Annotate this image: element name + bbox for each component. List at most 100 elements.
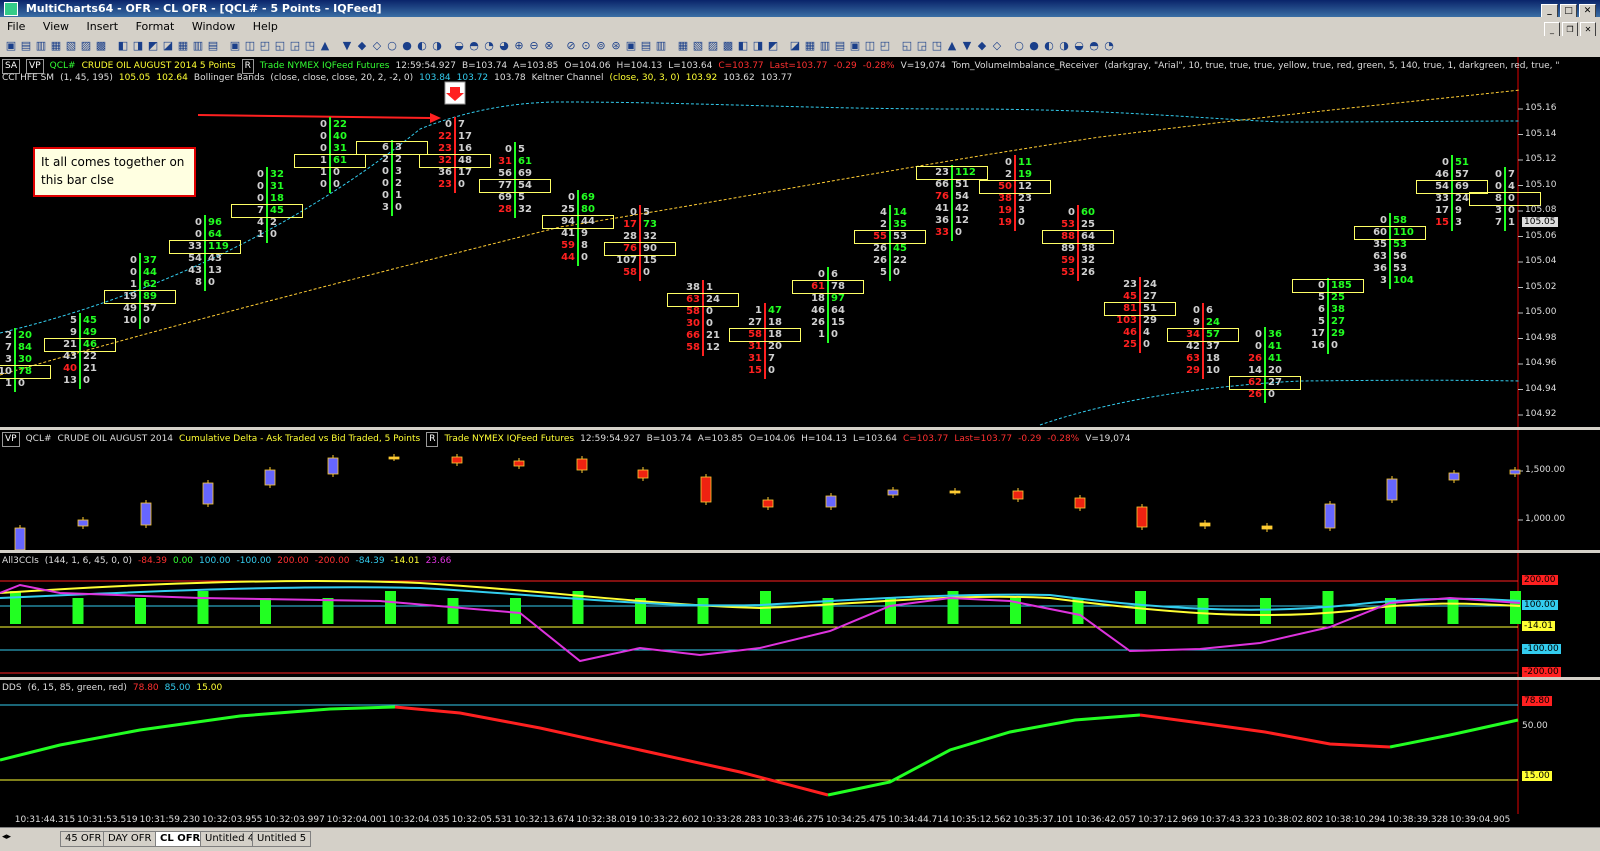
toolbar-tool-icon[interactable]: ▨ xyxy=(79,39,93,53)
toolbar-tool-icon[interactable]: ◪ xyxy=(788,39,802,53)
toolbar-tool-icon[interactable]: ◆ xyxy=(975,39,989,53)
toolbar-tool-icon[interactable]: ⊛ xyxy=(609,39,623,53)
toolbar-tool-icon[interactable]: ◳ xyxy=(930,39,944,53)
footprint-bar[interactable]: 0 36 0 41 26 41 14 20 62 27 26 0 xyxy=(1229,327,1301,403)
toolbar-tool-icon[interactable]: ◱ xyxy=(900,39,914,53)
footprint-bar[interactable]: 632203020130 xyxy=(356,140,428,216)
toolbar-tool-icon[interactable]: ◨ xyxy=(751,39,765,53)
mdi-minimize-icon[interactable]: _ xyxy=(1544,22,1560,37)
toolbar-tool-icon[interactable]: ◆ xyxy=(355,39,369,53)
toolbar-tool-icon[interactable]: ⊙ xyxy=(579,39,593,53)
toolbar-tool-icon[interactable]: ▲ xyxy=(318,39,332,53)
toolbar-tool-icon[interactable]: ◓ xyxy=(467,39,481,53)
toolbar-tool-icon[interactable]: ▣ xyxy=(4,39,18,53)
tab-45-ofr[interactable]: 45 OFR xyxy=(60,831,107,847)
toolbar-tool-icon[interactable]: ◧ xyxy=(736,39,750,53)
menu-window[interactable]: Window xyxy=(185,17,242,36)
toolbar-tool-icon[interactable]: ◒ xyxy=(452,39,466,53)
tab-scroll-arrows[interactable]: ◂▸ xyxy=(2,832,11,842)
footprint-bar[interactable]: 23 24 45 27 81 51 103 29 46 4 25 0 xyxy=(1104,277,1176,353)
toolbar-tool-icon[interactable]: ▩ xyxy=(94,39,108,53)
footprint-bar[interactable]: 4 14 2 35 55 53 26 45 26 22 5 0 xyxy=(854,205,926,281)
toolbar-tool-icon[interactable]: ◩ xyxy=(146,39,160,53)
toolbar-tool-icon[interactable]: ◳ xyxy=(303,39,317,53)
tab-day-ofr[interactable]: DAY OFR xyxy=(103,831,157,847)
toolbar-tool-icon[interactable]: ▧ xyxy=(64,39,78,53)
toolbar-tool-icon[interactable]: ▥ xyxy=(34,39,48,53)
footprint-bar[interactable]: 0 6 61 78 18 97 46 64 26 15 1 0 xyxy=(792,267,864,343)
footprint-bar[interactable]: 0 22 0 40 0 31 1 61 1 0 0 0 xyxy=(294,117,366,193)
toolbar-tool-icon[interactable]: ◐ xyxy=(1042,39,1056,53)
toolbar-tool-icon[interactable]: ◪ xyxy=(161,39,175,53)
mdi-restore-icon[interactable]: ❐ xyxy=(1562,22,1578,37)
footprint-bar[interactable]: 0 69 25 80 94 44 41 9 59 8 44 0 xyxy=(542,190,614,266)
toolbar-tool-icon[interactable]: ▦ xyxy=(176,39,190,53)
footprint-bar[interactable]: 38 1 63 24 58 0 30 0 66 21 58 12 xyxy=(667,280,739,356)
toolbar-tool-icon[interactable]: ⊚ xyxy=(594,39,608,53)
toolbar-tool-icon[interactable]: ▼ xyxy=(960,39,974,53)
toolbar-tool-icon[interactable]: ◰ xyxy=(258,39,272,53)
footprint-bar[interactable]: 0 37 0 44 1 62 19 89 49 57 10 0 xyxy=(104,253,176,329)
menu-insert[interactable]: Insert xyxy=(80,17,126,36)
toolbar-tool-icon[interactable]: ● xyxy=(1027,39,1041,53)
toolbar-tool-icon[interactable]: ◲ xyxy=(915,39,929,53)
toolbar-tool-icon[interactable]: ◔ xyxy=(1102,39,1116,53)
toolbar-tool-icon[interactable]: ▥ xyxy=(818,39,832,53)
toolbar-tool-icon[interactable]: ◩ xyxy=(766,39,780,53)
toolbar-tool-icon[interactable]: ◨ xyxy=(131,39,145,53)
toolbar-tool-icon[interactable]: ○ xyxy=(1012,39,1026,53)
toolbar-tool-icon[interactable]: ▤ xyxy=(206,39,220,53)
footprint-bar[interactable]: 0 32 0 31 0 18 7 45 4 2 1 0 xyxy=(231,167,303,243)
toolbar-tool-icon[interactable]: ▥ xyxy=(654,39,668,53)
toolbar-tool-icon[interactable]: ▣ xyxy=(848,39,862,53)
toolbar-tool-icon[interactable]: ◇ xyxy=(990,39,1004,53)
toolbar-tool-icon[interactable]: ▣ xyxy=(624,39,638,53)
footprint-bar[interactable]: 0 60 53 25 88 64 89 38 59 32 53 26 xyxy=(1042,205,1114,281)
toolbar-tool-icon[interactable]: ○ xyxy=(385,39,399,53)
toolbar-tool-icon[interactable]: ◒ xyxy=(1072,39,1086,53)
toolbar-tool-icon[interactable]: ▦ xyxy=(49,39,63,53)
footprint-bar[interactable]: 0 11 2 19 50 12 38 23 19 3 19 0 xyxy=(979,155,1051,231)
toolbar-tool-icon[interactable]: ◫ xyxy=(243,39,257,53)
toolbar-tool-icon[interactable]: ▤ xyxy=(639,39,653,53)
toolbar-tool-icon[interactable]: ◐ xyxy=(415,39,429,53)
toolbar-tool-icon[interactable]: ◧ xyxy=(116,39,130,53)
toolbar-tool-icon[interactable]: ● xyxy=(400,39,414,53)
toolbar-tool-icon[interactable]: ◔ xyxy=(482,39,496,53)
toolbar-tool-icon[interactable]: ▣ xyxy=(228,39,242,53)
footprint-bar[interactable]: 0 185 5 25 6 38 5 27 17 29 16 0 xyxy=(1292,278,1364,354)
toolbar-tool-icon[interactable]: ◓ xyxy=(1087,39,1101,53)
menu-file[interactable]: File xyxy=(0,17,32,36)
tab-cl-ofr[interactable]: CL OFR xyxy=(155,831,206,847)
toolbar-tool-icon[interactable]: ◫ xyxy=(863,39,877,53)
toolbar-tool-icon[interactable]: ▨ xyxy=(706,39,720,53)
toolbar-tool-icon[interactable]: ▩ xyxy=(721,39,735,53)
toolbar-tool-icon[interactable]: ◑ xyxy=(430,39,444,53)
cci-pane[interactable]: All3CCIs (144, 1, 6, 45, 0, 0) -84.39 0.00 1… xyxy=(0,553,1600,677)
toolbar-tool-icon[interactable]: ▥ xyxy=(191,39,205,53)
cumulative-delta-pane[interactable]: VP QCL# CRUDE OIL AUGUST 2014 Cumulative De… xyxy=(0,430,1600,550)
toolbar-tool-icon[interactable]: ◕ xyxy=(497,39,511,53)
toolbar-tool-icon[interactable]: ◑ xyxy=(1057,39,1071,53)
mdi-close-icon[interactable]: ✕ xyxy=(1580,22,1596,37)
footprint-bar[interactable]: 1 47 27 18 58 18 31 20 31 7 15 0 xyxy=(729,303,801,379)
footprint-bar[interactable]: 0 58 60 110 35 53 63 56 36 53 3 104 xyxy=(1354,213,1426,289)
toolbar-tool-icon[interactable]: ◱ xyxy=(273,39,287,53)
price-pane[interactable]: SA VP QCL# CRUDE OIL AUGUST 2014 5 Points R T… xyxy=(0,57,1600,445)
footprint-bar[interactable]: 0 96 0 64 33 119 54 43 43 13 8 0 xyxy=(169,215,241,291)
tab-untitled-5[interactable]: Untitled 5 xyxy=(252,831,312,847)
toolbar-tool-icon[interactable]: ◰ xyxy=(878,39,892,53)
annotation-textbox[interactable]: It all comes together on this bar clse xyxy=(33,147,196,197)
toolbar-tool-icon[interactable]: ▦ xyxy=(676,39,690,53)
toolbar-tool-icon[interactable]: ⊖ xyxy=(527,39,541,53)
menu-format[interactable]: Format xyxy=(129,17,182,36)
footprint-bar[interactable]: 0 6 9 24 34 57 42 37 63 18 29 10 xyxy=(1167,303,1239,379)
footprint-bar[interactable]: 0 5 17 73 28 32 76 90 107 15 58 0 xyxy=(604,205,676,281)
dds-pane[interactable]: DDS (6, 15, 85, green, red) 78.80 85.00 15.0… xyxy=(0,680,1600,814)
footprint-bar[interactable]: 2 20 7 84 3 30 10 78 1 0 xyxy=(0,328,51,392)
toolbar-tool-icon[interactable]: ⊕ xyxy=(512,39,526,53)
header-field[interactable]: VP xyxy=(2,432,20,447)
footprint-bar[interactable]: 23 112 66 51 76 54 41 42 36 12 33 0 xyxy=(916,165,988,241)
toolbar-tool-icon[interactable]: ◲ xyxy=(288,39,302,53)
toolbar-tool-icon[interactable]: ⊘ xyxy=(564,39,578,53)
